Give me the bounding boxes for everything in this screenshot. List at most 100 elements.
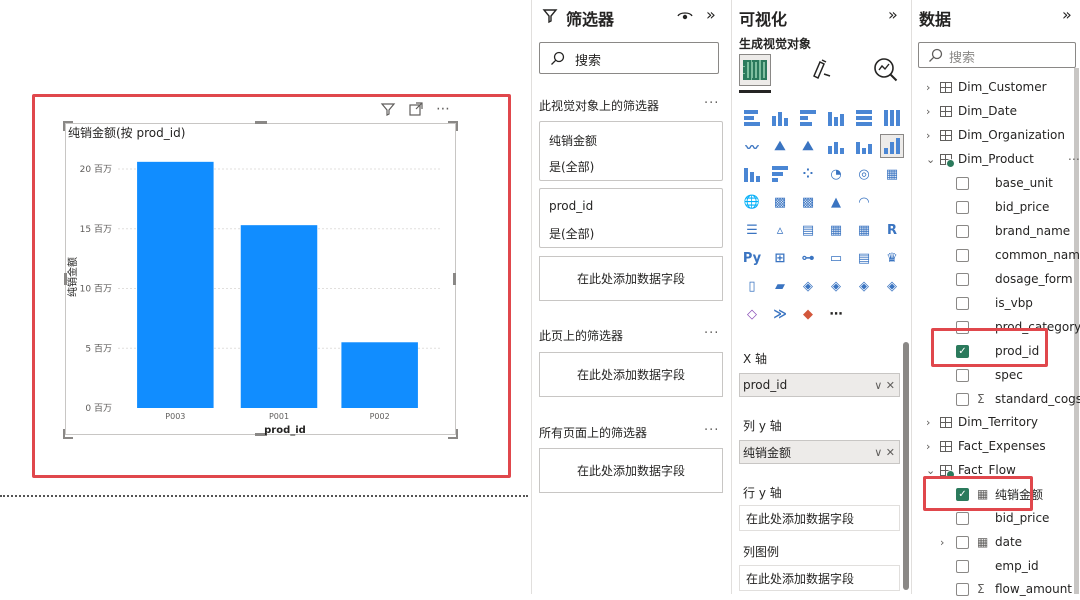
chevron-right-icon[interactable]: › [926,105,938,118]
field-checkbox[interactable] [956,176,969,190]
power-apps-diamond-icon[interactable]: ◇ [740,302,764,326]
filled-map-icon[interactable]: ▩ [768,190,792,214]
custom-visual-2-icon[interactable]: ◈ [824,274,848,298]
field-checkbox[interactable] [956,248,969,262]
field-emp-id[interactable]: emp_id [956,555,1039,577]
report-canvas[interactable]: ⋯ 纯销金额(按 prod_id) 0 百万 5 百万 10 百万 15 百万 20 百… [0,0,531,594]
stacked-area-chart-icon[interactable]: ⛰ [796,134,820,158]
decomposition-tree-icon[interactable]: ⊶ [796,246,820,270]
field-base-unit[interactable]: base_unit [956,172,1053,194]
line-clustered-column-chart-icon[interactable] [852,134,876,158]
field-pill-actions[interactable]: ∨ ✕ [874,379,899,392]
x-axis-field-pill[interactable]: prod_id ∨ ✕ [739,373,900,397]
field-checkbox[interactable] [956,272,969,286]
filter-search-input[interactable]: 搜索 [539,42,719,74]
chevron-down-icon[interactable]: ⌄ [926,153,938,166]
multi-row-card-icon[interactable]: ☰ [740,218,764,242]
chevron-right-icon[interactable]: › [926,440,938,453]
row-y-axis-drop-zone[interactable]: 在此处添加数据字段 [739,505,900,531]
table-dim-customer[interactable]: › Dim_Customer [926,76,1047,98]
field-checkbox[interactable] [956,511,969,525]
treemap-icon[interactable]: ▦ [880,162,904,186]
field-spec[interactable]: spec [956,364,1023,386]
chevron-down-icon[interactable]: ⌄ [926,464,938,477]
field-wells-scrollbar[interactable] [903,342,909,590]
format-visual-icon[interactable] [808,56,834,82]
analytics-icon[interactable] [872,56,900,84]
table-more-icon[interactable]: ⋯ [1068,152,1080,166]
python-visual-icon[interactable]: Py [740,246,764,270]
pie-chart-icon[interactable]: ◔ [824,162,848,186]
r-visual-icon[interactable]: R [880,218,904,242]
table-icon[interactable]: ▦ [824,218,848,242]
funnel-chart-icon[interactable] [768,162,792,186]
matrix-icon[interactable]: ▦ [852,218,876,242]
area-chart-icon[interactable]: ⛰ [768,134,792,158]
scatter-chart-icon[interactable]: ⁘ [796,162,820,186]
shape-map-icon[interactable]: ▩ [796,190,820,214]
chevron-right-icon[interactable]: › [926,129,938,142]
field-brand-name[interactable]: brand_name [956,220,1070,242]
filter-card-sales-amount[interactable]: 纯销金额 是(全部) [539,121,723,181]
build-visual-tab[interactable] [739,54,771,86]
field-checkbox[interactable] [956,535,969,549]
add-page-filter-field[interactable]: 在此处添加数据字段 [539,352,723,397]
section-visual-more-icon[interactable]: ··· [704,96,719,111]
field-is-vbp[interactable]: is_vbp [956,292,1033,314]
slicer-icon[interactable]: ▤ [796,218,820,242]
chevron-right-icon[interactable]: › [926,81,938,94]
legend-drop-zone[interactable]: 在此处添加数据字段 [739,565,900,591]
custom-visual-1-icon[interactable]: ◈ [796,274,820,298]
stacked-column-chart-icon[interactable] [768,106,792,130]
chevron-right-icon[interactable]: › [926,416,938,429]
filter-card-prod-id[interactable]: prod_id 是(全部) [539,188,723,248]
trophy-icon[interactable]: ♛ [880,246,904,270]
custom-visual-3-icon[interactable]: ◈ [852,274,876,298]
100-stacked-column-chart-icon[interactable] [880,106,904,130]
ribbon-chart-icon[interactable] [880,134,904,158]
waterfall-chart-icon[interactable] [740,162,764,186]
azure-map-icon[interactable]: ▲ [824,190,848,214]
custom-visual-5-icon[interactable]: ◆ [796,302,820,326]
field-checkbox[interactable] [956,200,969,214]
qa-icon[interactable]: ▭ [824,246,848,270]
data-search-input[interactable]: 搜索 [918,42,1076,68]
clustered-bar-chart-icon[interactable] [796,106,820,130]
field-dosage-form[interactable]: dosage_form [956,268,1073,290]
table-dim-date[interactable]: › Dim_Date [926,100,1017,122]
field-flow-bid-price[interactable]: bid_price [956,507,1049,529]
table-dim-territory[interactable]: › Dim_Territory [926,411,1038,433]
line-chart-icon[interactable]: 〰 [740,134,764,158]
field-date[interactable]: › ▦ date [940,531,1022,553]
field-checkbox[interactable] [956,368,969,382]
more-visuals-icon[interactable]: ⋯ [824,302,848,326]
power-apps-icon[interactable]: ▰ [768,274,792,298]
clustered-column-chart-icon[interactable] [824,106,848,130]
eye-icon[interactable] [677,9,693,23]
section-page-more-icon[interactable]: ··· [704,326,719,341]
100-stacked-bar-chart-icon[interactable] [852,106,876,130]
map-icon[interactable]: 🌐 [740,190,764,214]
gauge-icon[interactable]: ◠ [852,190,876,214]
field-pill-actions[interactable]: ∨ ✕ [874,446,899,459]
field-checkbox[interactable] [956,559,969,573]
field-standard-cogs[interactable]: Σstandard_cogs [956,388,1080,410]
field-common-name[interactable]: common_name [956,244,1080,266]
collapse-filter-pane-icon[interactable]: » [706,5,716,24]
stacked-bar-chart-icon[interactable] [740,106,764,130]
narrative-icon[interactable]: ▤ [852,246,876,270]
chevron-right-icon[interactable]: › [940,536,952,549]
field-flow-amount[interactable]: Σflow_amount [956,578,1072,600]
column-y-axis-field-pill[interactable]: 纯销金额 ∨ ✕ [739,440,900,464]
field-checkbox[interactable] [956,224,969,238]
field-bid-price[interactable]: bid_price [956,196,1049,218]
collapse-data-pane-icon[interactable]: » [1062,5,1072,24]
table-fact-expenses[interactable]: › Fact_Expenses [926,435,1046,457]
card-icon[interactable] [880,190,904,214]
kpi-icon[interactable]: ▵ [768,218,792,242]
table-dim-organization[interactable]: › Dim_Organization [926,124,1065,146]
collapse-viz-pane-icon[interactable]: » [888,5,898,24]
add-visual-filter-field[interactable]: 在此处添加数据字段 [539,256,723,301]
add-all-filter-field[interactable]: 在此处添加数据字段 [539,448,723,493]
field-checkbox[interactable] [956,296,969,310]
